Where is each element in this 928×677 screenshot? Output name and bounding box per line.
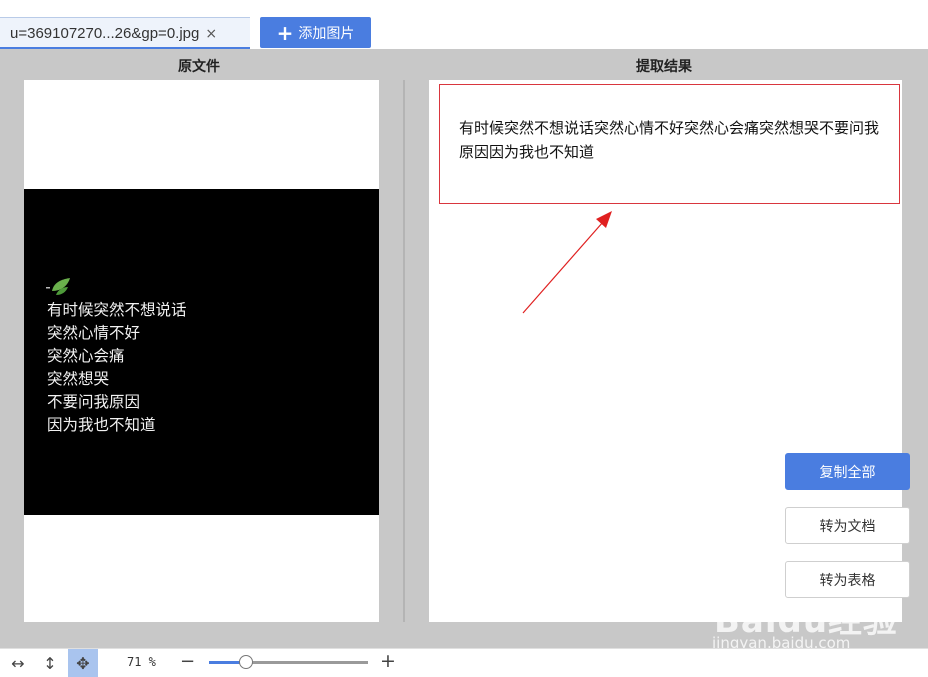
source-image: 有时候突然不想说话 突然心情不好 突然心会痛 突然想哭 不要问我原因 因为我也不… (24, 189, 379, 515)
poem-line: 突然想哭 (47, 370, 110, 388)
move-icon[interactable]: ✥ (68, 649, 98, 677)
result-panel-title: 提取结果 (636, 59, 692, 75)
zoom-slider[interactable] (209, 655, 368, 669)
poem-line: 有时候突然不想说话 (47, 301, 187, 319)
poem-line: 突然心情不好 (47, 324, 141, 342)
tab-bar: u=369107270...26&gp=0.jpg × + 添加图片 (0, 0, 928, 49)
convert-to-doc-button[interactable]: 转为文档 (785, 507, 910, 544)
poem-line: 突然心会痛 (47, 347, 125, 365)
add-image-label: 添加图片 (298, 25, 355, 42)
leaf-icon (46, 278, 70, 295)
poem-line: 因为我也不知道 (47, 416, 156, 434)
close-icon[interactable]: × (205, 27, 217, 41)
source-image-text: 有时候突然不想说话 突然心情不好 突然心会痛 突然想哭 不要问我原因 因为我也不… (47, 299, 187, 437)
zoom-slider-handle[interactable] (239, 655, 253, 669)
file-tab-label: u=369107270...26&gp=0.jpg (10, 25, 200, 42)
fit-width-icon[interactable]: ↔ (3, 649, 33, 677)
file-tab[interactable]: u=369107270...26&gp=0.jpg × (0, 17, 250, 49)
bottom-toolbar: ↔ ↕ ✥ 71 % − + (0, 648, 928, 677)
extracted-text[interactable]: 有时候突然不想说话突然心情不好突然心会痛突然想哭不要问我原因因为我也不知道 (459, 116, 889, 164)
copy-all-button[interactable]: 复制全部 (785, 453, 910, 490)
source-preview[interactable]: 有时候突然不想说话 突然心情不好 突然心会痛 突然想哭 不要问我原因 因为我也不… (24, 80, 379, 622)
zoom-out-icon[interactable]: − (180, 651, 195, 672)
panel-divider[interactable] (403, 80, 405, 622)
zoom-level: 71 % (127, 655, 156, 669)
fit-height-icon[interactable]: ↕ (35, 649, 65, 677)
poem-line: 不要问我原因 (47, 393, 141, 411)
zoom-in-icon[interactable]: + (380, 650, 396, 672)
plus-icon: + (276, 20, 294, 45)
workspace: 原文件 提取结果 有时候突然不想说话 突然心情不好 突然心会痛 突然想哭 不要问… (0, 49, 928, 648)
source-panel-title: 原文件 (178, 59, 220, 75)
add-image-button[interactable]: + 添加图片 (260, 17, 371, 48)
